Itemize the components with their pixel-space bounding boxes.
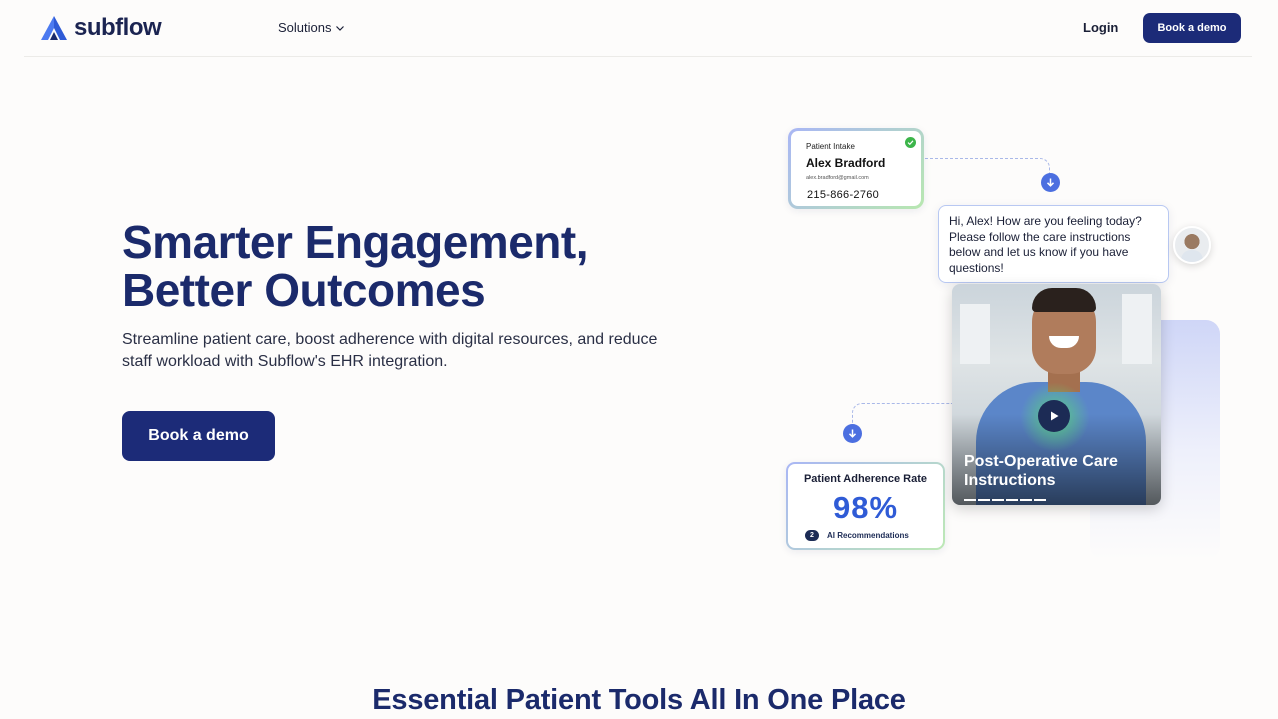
- logo[interactable]: subflow: [40, 14, 162, 42]
- avatar-body: [1181, 250, 1203, 262]
- arrow-down-icon: [843, 424, 862, 443]
- nav-solutions[interactable]: Solutions: [278, 20, 345, 35]
- video-progress: [964, 499, 1046, 501]
- book-demo-button-hero[interactable]: Book a demo: [122, 411, 275, 461]
- video-person-hair: [1032, 288, 1096, 312]
- check-icon: [905, 137, 916, 148]
- hero-title: Smarter Engagement, Better Outcomes: [122, 216, 588, 316]
- ai-recommendations: 2 AI Recommendations: [805, 530, 909, 541]
- connector-line: [852, 403, 952, 427]
- patient-email: alex.bradford@gmail.com: [806, 175, 869, 181]
- adherence-label: Patient Adherence Rate: [803, 473, 928, 485]
- video-title: Post-Operative Care Instructions: [964, 453, 1118, 489]
- patient-intake-card: Patient Intake Alex Bradford alex.bradfo…: [788, 128, 924, 209]
- connector-line: [920, 158, 1050, 178]
- patient-name: Alex Bradford: [806, 156, 886, 170]
- login-link[interactable]: Login: [1083, 20, 1118, 35]
- recommendations-label: AI Recommendations: [827, 531, 909, 540]
- background-window: [960, 304, 990, 364]
- logo-text: subflow: [74, 14, 162, 41]
- patient-phone: 215-866-2760: [807, 189, 880, 201]
- chat-message-bubble: Hi, Alex! How are you feeling today? Ple…: [938, 205, 1169, 283]
- hero-subtitle: Streamline patient care, boost adherence…: [122, 331, 658, 370]
- background-window: [1122, 294, 1152, 364]
- logo-mark-icon: [41, 16, 67, 40]
- book-demo-button-header[interactable]: Book a demo: [1143, 13, 1241, 43]
- video-card[interactable]: Post-Operative Care Instructions: [952, 284, 1161, 505]
- play-icon: [1051, 411, 1059, 421]
- adherence-value: 98%: [832, 490, 899, 525]
- avatar: [1173, 226, 1211, 264]
- intake-label: Patient Intake: [806, 142, 855, 151]
- recommendations-count-badge: 2: [805, 530, 819, 541]
- chevron-down-icon: [336, 25, 345, 31]
- section-title: Essential Patient Tools All In One Place: [372, 684, 906, 716]
- site-header: subflow Solutions Login Book a demo: [24, 0, 1252, 57]
- play-button[interactable]: [1038, 400, 1070, 432]
- arrow-down-icon: [1041, 173, 1060, 192]
- nav-solutions-label: Solutions: [278, 20, 332, 35]
- adherence-card: Patient Adherence Rate 98% 2 AI Recommen…: [786, 462, 945, 550]
